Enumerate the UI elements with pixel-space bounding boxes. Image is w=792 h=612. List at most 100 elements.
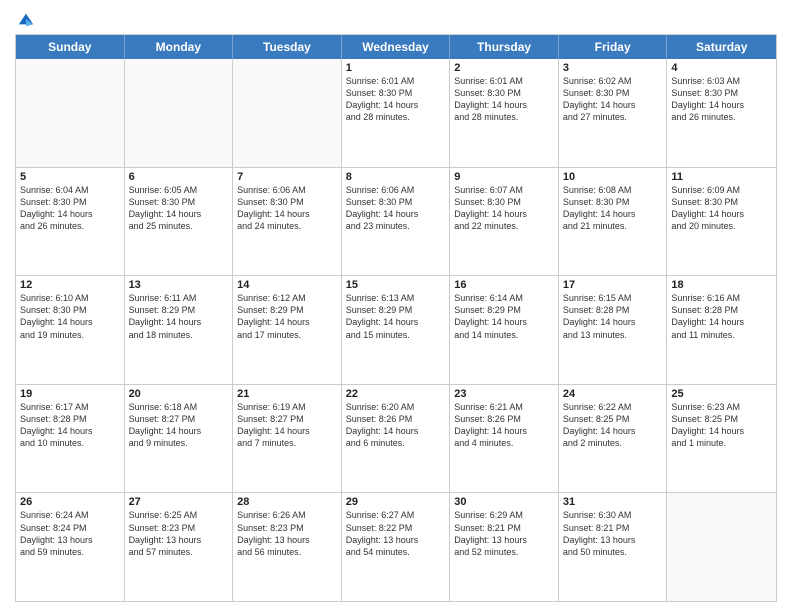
day-cell-29: 29Sunrise: 6:27 AM Sunset: 8:22 PM Dayli… [342, 493, 451, 601]
header [15, 10, 777, 28]
day-cell-9: 9Sunrise: 6:07 AM Sunset: 8:30 PM Daylig… [450, 168, 559, 276]
day-info: Sunrise: 6:17 AM Sunset: 8:28 PM Dayligh… [20, 401, 120, 450]
day-cell-12: 12Sunrise: 6:10 AM Sunset: 8:30 PM Dayli… [16, 276, 125, 384]
day-info: Sunrise: 6:21 AM Sunset: 8:26 PM Dayligh… [454, 401, 554, 450]
calendar-row-4: 19Sunrise: 6:17 AM Sunset: 8:28 PM Dayli… [16, 385, 776, 494]
weekday-header-wednesday: Wednesday [342, 35, 451, 59]
day-number: 5 [20, 171, 120, 183]
day-info: Sunrise: 6:23 AM Sunset: 8:25 PM Dayligh… [671, 401, 772, 450]
day-info: Sunrise: 6:09 AM Sunset: 8:30 PM Dayligh… [671, 184, 772, 233]
day-cell-3: 3Sunrise: 6:02 AM Sunset: 8:30 PM Daylig… [559, 59, 668, 167]
day-number: 7 [237, 171, 337, 183]
day-number: 22 [346, 388, 446, 400]
day-cell-19: 19Sunrise: 6:17 AM Sunset: 8:28 PM Dayli… [16, 385, 125, 493]
day-cell-2: 2Sunrise: 6:01 AM Sunset: 8:30 PM Daylig… [450, 59, 559, 167]
day-cell-27: 27Sunrise: 6:25 AM Sunset: 8:23 PM Dayli… [125, 493, 234, 601]
day-info: Sunrise: 6:12 AM Sunset: 8:29 PM Dayligh… [237, 292, 337, 341]
day-number: 30 [454, 496, 554, 508]
day-info: Sunrise: 6:02 AM Sunset: 8:30 PM Dayligh… [563, 75, 663, 124]
day-info: Sunrise: 6:29 AM Sunset: 8:21 PM Dayligh… [454, 509, 554, 558]
day-number: 11 [671, 171, 772, 183]
day-info: Sunrise: 6:06 AM Sunset: 8:30 PM Dayligh… [237, 184, 337, 233]
day-cell-10: 10Sunrise: 6:08 AM Sunset: 8:30 PM Dayli… [559, 168, 668, 276]
day-info: Sunrise: 6:11 AM Sunset: 8:29 PM Dayligh… [129, 292, 229, 341]
day-cell-5: 5Sunrise: 6:04 AM Sunset: 8:30 PM Daylig… [16, 168, 125, 276]
calendar: SundayMondayTuesdayWednesdayThursdayFrid… [15, 34, 777, 602]
day-cell-4: 4Sunrise: 6:03 AM Sunset: 8:30 PM Daylig… [667, 59, 776, 167]
day-cell-1: 1Sunrise: 6:01 AM Sunset: 8:30 PM Daylig… [342, 59, 451, 167]
empty-cell [125, 59, 234, 167]
calendar-row-5: 26Sunrise: 6:24 AM Sunset: 8:24 PM Dayli… [16, 493, 776, 601]
day-number: 13 [129, 279, 229, 291]
day-info: Sunrise: 6:07 AM Sunset: 8:30 PM Dayligh… [454, 184, 554, 233]
day-info: Sunrise: 6:26 AM Sunset: 8:23 PM Dayligh… [237, 509, 337, 558]
day-cell-30: 30Sunrise: 6:29 AM Sunset: 8:21 PM Dayli… [450, 493, 559, 601]
empty-cell [16, 59, 125, 167]
day-number: 1 [346, 62, 446, 74]
day-cell-16: 16Sunrise: 6:14 AM Sunset: 8:29 PM Dayli… [450, 276, 559, 384]
page: SundayMondayTuesdayWednesdayThursdayFrid… [0, 0, 792, 612]
calendar-body: 1Sunrise: 6:01 AM Sunset: 8:30 PM Daylig… [16, 59, 776, 601]
day-info: Sunrise: 6:13 AM Sunset: 8:29 PM Dayligh… [346, 292, 446, 341]
day-info: Sunrise: 6:03 AM Sunset: 8:30 PM Dayligh… [671, 75, 772, 124]
day-cell-28: 28Sunrise: 6:26 AM Sunset: 8:23 PM Dayli… [233, 493, 342, 601]
calendar-row-1: 1Sunrise: 6:01 AM Sunset: 8:30 PM Daylig… [16, 59, 776, 168]
day-info: Sunrise: 6:15 AM Sunset: 8:28 PM Dayligh… [563, 292, 663, 341]
day-info: Sunrise: 6:16 AM Sunset: 8:28 PM Dayligh… [671, 292, 772, 341]
day-cell-23: 23Sunrise: 6:21 AM Sunset: 8:26 PM Dayli… [450, 385, 559, 493]
empty-cell [667, 493, 776, 601]
day-cell-26: 26Sunrise: 6:24 AM Sunset: 8:24 PM Dayli… [16, 493, 125, 601]
weekday-header-tuesday: Tuesday [233, 35, 342, 59]
weekday-header-sunday: Sunday [16, 35, 125, 59]
day-number: 14 [237, 279, 337, 291]
calendar-row-2: 5Sunrise: 6:04 AM Sunset: 8:30 PM Daylig… [16, 168, 776, 277]
day-number: 15 [346, 279, 446, 291]
weekday-header-saturday: Saturday [667, 35, 776, 59]
day-info: Sunrise: 6:22 AM Sunset: 8:25 PM Dayligh… [563, 401, 663, 450]
day-cell-24: 24Sunrise: 6:22 AM Sunset: 8:25 PM Dayli… [559, 385, 668, 493]
logo-icon [17, 10, 35, 28]
day-info: Sunrise: 6:14 AM Sunset: 8:29 PM Dayligh… [454, 292, 554, 341]
day-info: Sunrise: 6:24 AM Sunset: 8:24 PM Dayligh… [20, 509, 120, 558]
day-number: 19 [20, 388, 120, 400]
day-number: 25 [671, 388, 772, 400]
day-number: 9 [454, 171, 554, 183]
day-cell-15: 15Sunrise: 6:13 AM Sunset: 8:29 PM Dayli… [342, 276, 451, 384]
day-number: 8 [346, 171, 446, 183]
day-cell-21: 21Sunrise: 6:19 AM Sunset: 8:27 PM Dayli… [233, 385, 342, 493]
calendar-row-3: 12Sunrise: 6:10 AM Sunset: 8:30 PM Dayli… [16, 276, 776, 385]
day-number: 29 [346, 496, 446, 508]
day-info: Sunrise: 6:10 AM Sunset: 8:30 PM Dayligh… [20, 292, 120, 341]
day-cell-17: 17Sunrise: 6:15 AM Sunset: 8:28 PM Dayli… [559, 276, 668, 384]
calendar-header-row: SundayMondayTuesdayWednesdayThursdayFrid… [16, 35, 776, 59]
day-cell-11: 11Sunrise: 6:09 AM Sunset: 8:30 PM Dayli… [667, 168, 776, 276]
day-info: Sunrise: 6:20 AM Sunset: 8:26 PM Dayligh… [346, 401, 446, 450]
day-number: 6 [129, 171, 229, 183]
day-cell-25: 25Sunrise: 6:23 AM Sunset: 8:25 PM Dayli… [667, 385, 776, 493]
day-number: 20 [129, 388, 229, 400]
day-info: Sunrise: 6:19 AM Sunset: 8:27 PM Dayligh… [237, 401, 337, 450]
day-info: Sunrise: 6:06 AM Sunset: 8:30 PM Dayligh… [346, 184, 446, 233]
day-info: Sunrise: 6:25 AM Sunset: 8:23 PM Dayligh… [129, 509, 229, 558]
day-number: 28 [237, 496, 337, 508]
day-number: 23 [454, 388, 554, 400]
day-number: 17 [563, 279, 663, 291]
day-number: 12 [20, 279, 120, 291]
weekday-header-thursday: Thursday [450, 35, 559, 59]
day-info: Sunrise: 6:04 AM Sunset: 8:30 PM Dayligh… [20, 184, 120, 233]
day-number: 18 [671, 279, 772, 291]
day-cell-31: 31Sunrise: 6:30 AM Sunset: 8:21 PM Dayli… [559, 493, 668, 601]
day-cell-14: 14Sunrise: 6:12 AM Sunset: 8:29 PM Dayli… [233, 276, 342, 384]
day-cell-20: 20Sunrise: 6:18 AM Sunset: 8:27 PM Dayli… [125, 385, 234, 493]
day-info: Sunrise: 6:18 AM Sunset: 8:27 PM Dayligh… [129, 401, 229, 450]
day-number: 21 [237, 388, 337, 400]
weekday-header-friday: Friday [559, 35, 668, 59]
day-cell-8: 8Sunrise: 6:06 AM Sunset: 8:30 PM Daylig… [342, 168, 451, 276]
day-cell-22: 22Sunrise: 6:20 AM Sunset: 8:26 PM Dayli… [342, 385, 451, 493]
day-info: Sunrise: 6:01 AM Sunset: 8:30 PM Dayligh… [346, 75, 446, 124]
day-cell-6: 6Sunrise: 6:05 AM Sunset: 8:30 PM Daylig… [125, 168, 234, 276]
day-cell-13: 13Sunrise: 6:11 AM Sunset: 8:29 PM Dayli… [125, 276, 234, 384]
day-info: Sunrise: 6:05 AM Sunset: 8:30 PM Dayligh… [129, 184, 229, 233]
day-number: 2 [454, 62, 554, 74]
day-number: 3 [563, 62, 663, 74]
